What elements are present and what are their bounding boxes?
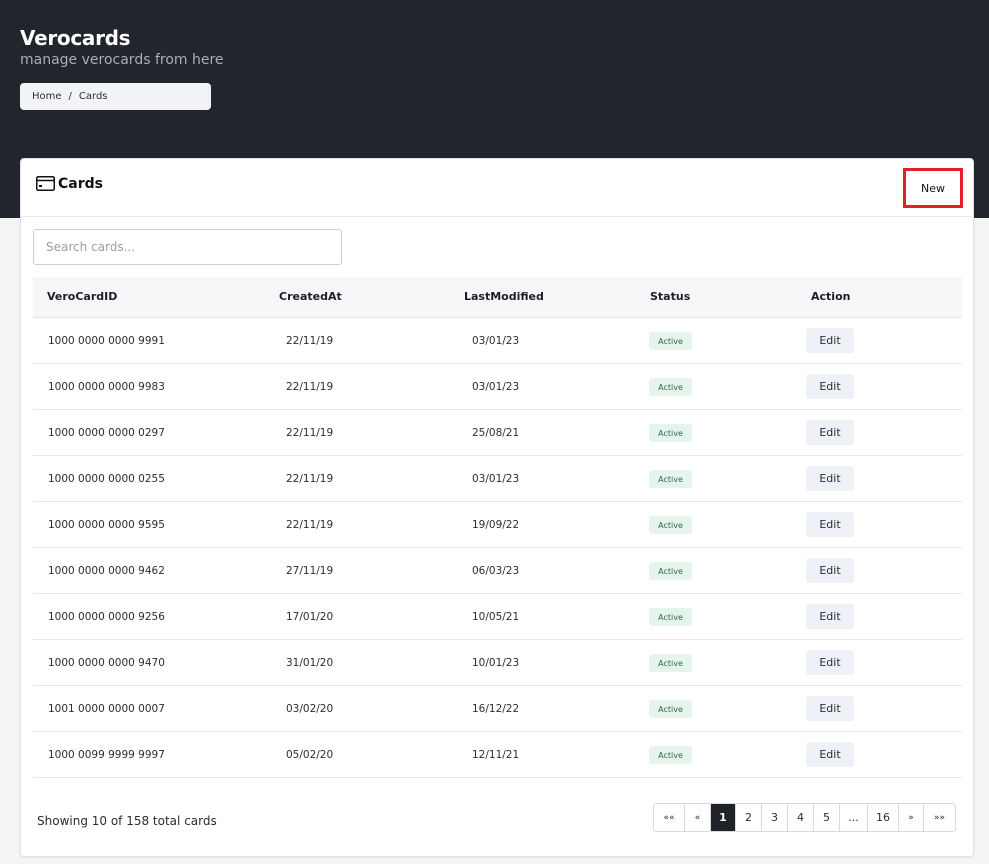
table-row: 1000 0000 0000 9991 22/11/19 03/01/23 Activ… [33, 318, 962, 364]
cell-createdat: 17/01/20 [286, 611, 334, 623]
page-ellipsis: ... [840, 804, 868, 831]
status-badge: Active [649, 470, 692, 488]
cell-verocardid: 1001 0000 0000 0007 [48, 703, 165, 715]
table-row: 1001 0000 0000 0007 03/02/20 16/12/22 Activ… [33, 686, 962, 732]
cell-lastmodified: 03/01/23 [472, 473, 520, 485]
cell-lastmodified: 19/09/22 [472, 519, 520, 531]
first-page-button[interactable]: «« [654, 804, 685, 831]
table-row: 1000 0000 0000 9983 22/11/19 03/01/23 Activ… [33, 364, 962, 410]
breadcrumb-separator: / [68, 91, 72, 102]
cell-lastmodified: 06/03/23 [472, 565, 520, 577]
cards-panel-header: Cards New [21, 159, 973, 217]
cell-lastmodified: 03/01/23 [472, 381, 520, 393]
cell-createdat: 03/02/20 [286, 703, 334, 715]
column-header-status[interactable]: Status [650, 290, 690, 303]
next-page-button[interactable]: » [899, 804, 924, 831]
status-badge: Active [649, 516, 692, 534]
app-subtitle: manage verocards from here [20, 52, 224, 68]
table-row: 1000 0000 0000 9462 27/11/19 06/03/23 Activ… [33, 548, 962, 594]
column-header-lastmodified[interactable]: LastModified [464, 290, 544, 303]
column-header-createdat[interactable]: CreatedAt [279, 290, 342, 303]
cell-verocardid: 1000 0000 0000 9595 [48, 519, 165, 531]
credit-card-icon [36, 176, 55, 191]
page-2[interactable]: 2 [736, 804, 762, 831]
new-card-button[interactable]: New [903, 168, 963, 208]
cell-createdat: 22/11/19 [286, 519, 334, 531]
cell-verocardid: 1000 0000 0000 9991 [48, 335, 165, 347]
cell-createdat: 22/11/19 [286, 427, 334, 439]
edit-button[interactable]: Edit [806, 466, 854, 491]
status-badge: Active [649, 608, 692, 626]
page-16[interactable]: 16 [868, 804, 899, 831]
panel-title: Cards [58, 176, 103, 192]
table-row: 1000 0000 0000 0297 22/11/19 25/08/21 Activ… [33, 410, 962, 456]
edit-button[interactable]: Edit [806, 604, 854, 629]
status-badge: Active [649, 746, 692, 764]
cell-lastmodified: 10/01/23 [472, 657, 520, 669]
table-body: 1000 0000 0000 9991 22/11/19 03/01/23 Activ… [33, 318, 962, 778]
status-badge: Active [649, 424, 692, 442]
cell-createdat: 27/11/19 [286, 565, 334, 577]
breadcrumb: Home / Cards [20, 83, 211, 110]
edit-button[interactable]: Edit [806, 374, 854, 399]
table-row: 1000 0000 0000 9595 22/11/19 19/09/22 Activ… [33, 502, 962, 548]
breadcrumb-home-link[interactable]: Home [32, 91, 62, 102]
last-page-button[interactable]: »» [924, 804, 955, 831]
breadcrumb-current: Cards [78, 91, 108, 102]
status-badge: Active [649, 332, 692, 350]
cell-lastmodified: 03/01/23 [472, 335, 520, 347]
cards-table: VeroCardID CreatedAt LastModified Status… [33, 277, 962, 778]
column-header-action: Action [811, 290, 851, 303]
page-1[interactable]: 1 [711, 804, 736, 831]
cell-verocardid: 1000 0099 9999 9997 [48, 749, 165, 761]
cards-panel: Cards New VeroCardID CreatedAt LastModif… [20, 158, 974, 857]
cell-lastmodified: 25/08/21 [472, 427, 520, 439]
cell-lastmodified: 16/12/22 [472, 703, 520, 715]
page-4[interactable]: 4 [788, 804, 814, 831]
table-row: 1000 0000 0000 9256 17/01/20 10/05/21 Activ… [33, 594, 962, 640]
edit-button[interactable]: Edit [806, 696, 854, 721]
cell-createdat: 22/11/19 [286, 381, 334, 393]
edit-button[interactable]: Edit [806, 558, 854, 583]
cell-verocardid: 1000 0000 0000 0255 [48, 473, 165, 485]
status-badge: Active [649, 700, 692, 718]
results-summary: Showing 10 of 158 total cards [37, 814, 217, 828]
app-title: Verocards [20, 26, 131, 50]
edit-button[interactable]: Edit [806, 328, 854, 353]
cell-verocardid: 1000 0000 0000 9256 [48, 611, 165, 623]
table-row: 1000 0000 0000 0255 22/11/19 03/01/23 Activ… [33, 456, 962, 502]
cell-createdat: 31/01/20 [286, 657, 334, 669]
edit-button[interactable]: Edit [806, 420, 854, 445]
edit-button[interactable]: Edit [806, 512, 854, 537]
cell-verocardid: 1000 0000 0000 9470 [48, 657, 165, 669]
edit-button[interactable]: Edit [806, 742, 854, 767]
cell-createdat: 22/11/19 [286, 335, 334, 347]
cell-verocardid: 1000 0000 0000 9983 [48, 381, 165, 393]
status-badge: Active [649, 654, 692, 672]
prev-page-button[interactable]: « [685, 804, 711, 831]
cell-createdat: 05/02/20 [286, 749, 334, 761]
cell-lastmodified: 12/11/21 [472, 749, 520, 761]
pagination: «« «1 2 3 4 5... 16»»» [653, 803, 956, 832]
table-row: 1000 0099 9999 9997 05/02/20 12/11/21 Activ… [33, 732, 962, 778]
cell-verocardid: 1000 0000 0000 0297 [48, 427, 165, 439]
column-header-verocardid[interactable]: VeroCardID [47, 290, 117, 303]
edit-button[interactable]: Edit [806, 650, 854, 675]
page-5[interactable]: 5 [814, 804, 840, 831]
search-input[interactable] [33, 229, 342, 265]
cell-createdat: 22/11/19 [286, 473, 334, 485]
status-badge: Active [649, 562, 692, 580]
table-row: 1000 0000 0000 9470 31/01/20 10/01/23 Activ… [33, 640, 962, 686]
status-badge: Active [649, 378, 692, 396]
cell-lastmodified: 10/05/21 [472, 611, 520, 623]
page-3[interactable]: 3 [762, 804, 788, 831]
cell-verocardid: 1000 0000 0000 9462 [48, 565, 165, 577]
table-header-row: VeroCardID CreatedAt LastModified Status… [33, 277, 962, 318]
